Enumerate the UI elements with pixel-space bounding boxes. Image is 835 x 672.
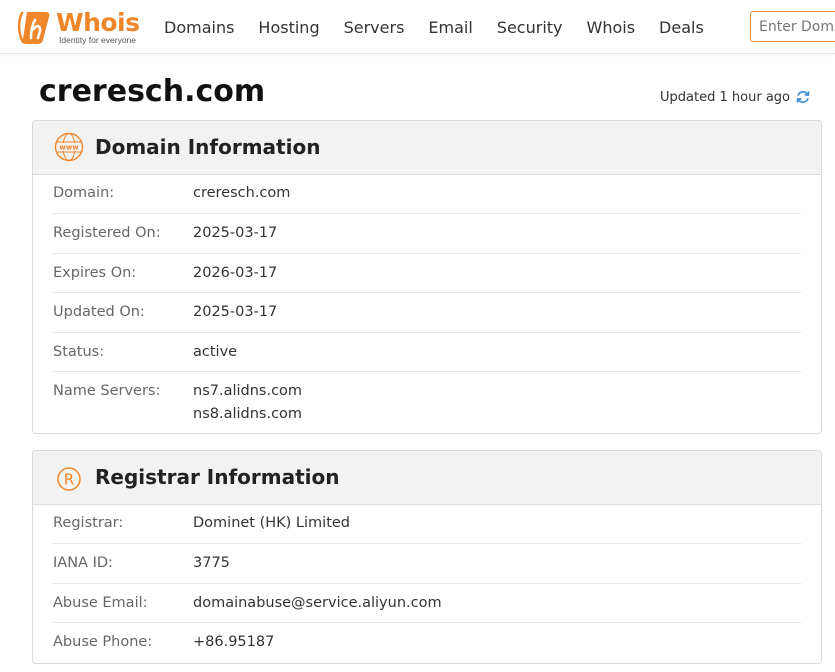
row-value[interactable]: domainabuse@service.aliyun.com <box>193 595 442 622</box>
info-row-abuse-email: Abuse Email: domainabuse@service.aliyun.… <box>53 584 801 623</box>
row-label: Status: <box>53 344 105 360</box>
name-server: ns8.alidns.com <box>193 406 303 422</box>
nav-whois[interactable]: Whois <box>587 18 636 37</box>
page-title: creresch.com <box>39 74 266 109</box>
row-label: Updated On: <box>53 304 145 320</box>
registered-mark-icon: R <box>57 467 81 491</box>
row-label: Registered On: <box>53 225 161 241</box>
row-value: creresch.com <box>193 185 291 201</box>
nav-deals[interactable]: Deals <box>659 18 704 37</box>
nav-security[interactable]: Security <box>497 18 563 37</box>
card-header: www Domain Information <box>33 121 821 175</box>
row-label: Registrar: <box>53 515 124 531</box>
row-value: active <box>193 344 238 360</box>
info-row-iana-id: IANA ID: 3775 <box>53 544 801 584</box>
www-globe-icon: www <box>54 132 84 162</box>
info-row-abuse-phone: Abuse Phone: +86.95187 <box>53 623 801 663</box>
registrar-information-card: R Registrar Information Registrar: Domin… <box>32 450 822 664</box>
name-server-list: ns7.alidns.com ns8.alidns.com <box>193 380 302 432</box>
row-label: Domain: <box>53 185 115 201</box>
svg-text:R: R <box>64 471 74 489</box>
row-label: Abuse Email: <box>53 595 148 611</box>
whois-logo[interactable]: Whois Identity for everyone <box>16 8 141 46</box>
top-navbar: Whois Identity for everyone Domains Host… <box>0 0 835 54</box>
row-label: Abuse Phone: <box>53 634 153 650</box>
name-server: ns7.alidns.com <box>193 383 303 399</box>
updated-prefix: Updated <box>660 89 716 105</box>
row-label: IANA ID: <box>53 555 113 571</box>
card-title: Registrar Information <box>95 465 340 489</box>
row-label: Expires On: <box>53 265 137 281</box>
nav-hosting[interactable]: Hosting <box>258 18 319 37</box>
row-value: 2025-03-17 <box>193 225 278 241</box>
info-row-registrar: Registrar: Dominet (HK) Limited <box>53 505 801 544</box>
nav-email[interactable]: Email <box>428 18 472 37</box>
info-row-name-servers: Name Servers: ns7.alidns.com ns8.alidns.… <box>53 372 801 432</box>
refresh-icon[interactable] <box>795 89 811 105</box>
logo-tagline: Identity for everyone <box>59 35 137 45</box>
whois-logo-icon <box>17 11 50 44</box>
domain-information-card: www Domain Information Domain: creresch.… <box>32 120 822 434</box>
updated-status: Updated 1 hour ago <box>660 89 811 105</box>
info-row-expires: Expires On: 2026-03-17 <box>53 254 801 293</box>
row-value: 2026-03-17 <box>193 265 278 281</box>
info-row-domain: Domain: creresch.com <box>53 175 801 214</box>
row-value: 3775 <box>193 555 230 571</box>
info-row-registered: Registered On: 2025-03-17 <box>53 214 801 254</box>
logo-wordmark: Whois <box>56 8 140 37</box>
info-row-updated: Updated On: 2025-03-17 <box>53 293 801 333</box>
main-nav: Domains Hosting Servers Email Security W… <box>164 0 728 54</box>
card-title: Domain Information <box>95 135 321 159</box>
row-value: 2025-03-17 <box>193 304 278 320</box>
info-row-status: Status: active <box>53 333 801 372</box>
svg-text:www: www <box>59 144 79 152</box>
row-value: +86.95187 <box>193 634 275 650</box>
domain-search-input[interactable] <box>750 11 835 42</box>
nav-domains[interactable]: Domains <box>164 18 234 37</box>
row-label: Name Servers: <box>53 383 161 399</box>
card-header: R Registrar Information <box>33 451 821 505</box>
nav-servers[interactable]: Servers <box>344 18 405 37</box>
updated-value: 1 hour ago <box>719 89 790 105</box>
row-value: Dominet (HK) Limited <box>193 515 351 531</box>
